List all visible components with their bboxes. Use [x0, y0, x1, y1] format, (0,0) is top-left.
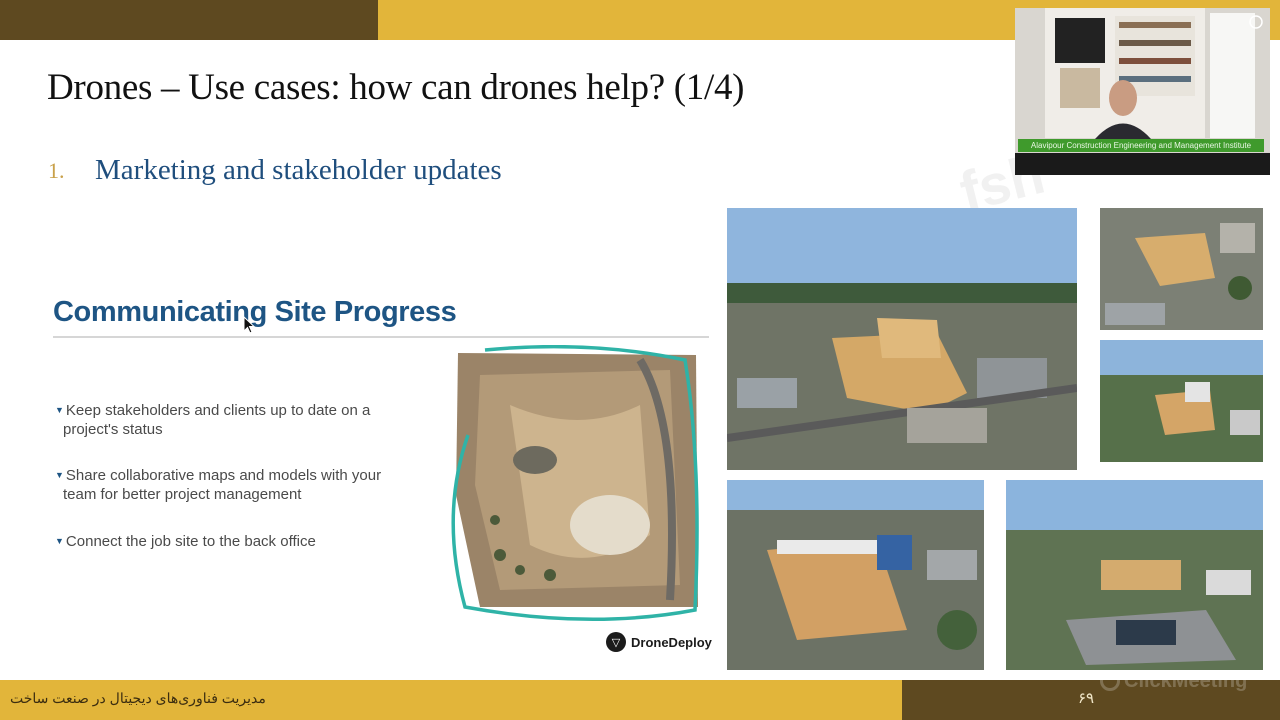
aerial-photo-bottom-left [727, 480, 984, 670]
clickmeeting-watermark: ClickMeeting [1100, 670, 1247, 693]
bullet-line: project's status [63, 421, 163, 438]
dronedeploy-logo: ▽ DroneDeploy [606, 632, 712, 652]
clickmeeting-logo-icon [1100, 671, 1120, 691]
embedded-title-divider [53, 336, 709, 338]
dronedeploy-logo-icon: ▽ [606, 632, 626, 652]
bullet-line: Keep stakeholders and clients up to date… [65, 402, 371, 419]
embedded-bullet-3: ▼ Connect the job site to the back office [55, 532, 415, 551]
embedded-bullet-2: ▼ Share collaborative maps and models wit… [55, 466, 415, 504]
bullet-line: team for better project management [63, 486, 302, 503]
list-item-text: Marketing and stakeholder updates [95, 154, 502, 186]
aerial-photo-bottom-right [1006, 480, 1263, 670]
bullet-line: Share collaborative maps and models with… [65, 467, 382, 484]
bullet-line: Connect the job site to the back office [65, 533, 316, 550]
aerial-photo-large [727, 208, 1077, 470]
bullet-triangle-icon: ▼ [55, 405, 64, 415]
dronedeploy-logo-text: DroneDeploy [631, 634, 712, 650]
mouse-cursor-icon [243, 315, 256, 339]
slide-title: Drones – Use cases: how can drones help?… [47, 67, 745, 108]
aerial-photo-middle-right [1100, 340, 1263, 462]
clickmeeting-watermark-text: ClickMeeting [1124, 670, 1248, 692]
aerial-photo-top-right [1100, 208, 1263, 330]
bullet-triangle-icon: ▼ [55, 536, 64, 546]
webcam-caption: Alavipour Construction Engineering and M… [1018, 139, 1264, 152]
embedded-bullet-1: ▼ Keep stakeholders and clients up to dat… [55, 401, 415, 439]
top-bar-dark [0, 0, 378, 40]
list-item-number: 1. [48, 158, 65, 183]
slide-page-number: ۶۹ [1078, 690, 1095, 707]
footer-course-title: مدیریت فناوری‌های دیجیتال در صنعت ساخت [10, 690, 266, 706]
bullet-triangle-icon: ▼ [55, 470, 64, 480]
aerial-site-map-image [440, 344, 702, 630]
